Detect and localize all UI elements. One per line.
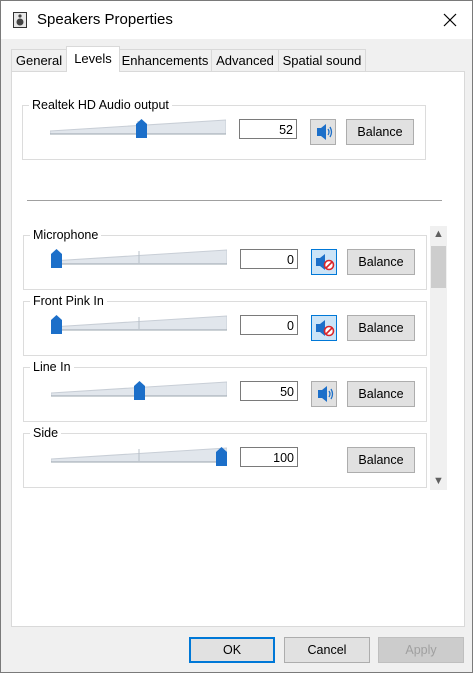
master-balance-button[interactable]: Balance: [346, 119, 414, 145]
channel-balance-button[interactable]: Balance: [347, 249, 415, 275]
channel-mute-button[interactable]: [311, 315, 337, 341]
channel-label: Front Pink In: [30, 294, 107, 308]
tab-enhancements[interactable]: Enhancements: [118, 49, 212, 71]
title-bar: Speakers Properties: [1, 1, 472, 39]
scroll-thumb[interactable]: [431, 246, 446, 288]
channel-scrollbar[interactable]: ▲ ▼: [430, 226, 447, 490]
channel-balance-button[interactable]: Balance: [347, 381, 415, 407]
scroll-down-arrow-icon[interactable]: ▼: [430, 473, 447, 490]
volume-thumb[interactable]: [135, 119, 147, 138]
levels-panel: Realtek HD Audio output 52 Balance Micro…: [11, 71, 465, 627]
channel-volume-value[interactable]: 0: [240, 249, 298, 269]
speaker-properties-icon: [13, 12, 27, 28]
speaker-icon: [317, 124, 333, 140]
volume-thumb[interactable]: [133, 381, 145, 400]
close-button[interactable]: [427, 1, 473, 39]
channel-mute-button[interactable]: [311, 249, 337, 275]
channel-volume-value[interactable]: 100: [240, 447, 298, 467]
channel-label: Side: [30, 426, 62, 440]
separator: [27, 200, 442, 201]
channel-volume-slider[interactable]: [50, 446, 228, 466]
speaker-muted-icon: [316, 320, 335, 337]
speaker-icon: [318, 386, 334, 402]
volume-track: [50, 249, 228, 265]
channel-balance-button[interactable]: Balance: [347, 447, 415, 473]
scroll-up-arrow-icon[interactable]: ▲: [430, 226, 447, 243]
channel-label: Microphone: [30, 228, 102, 242]
apply-button[interactable]: Apply: [378, 637, 464, 663]
channel-mute-button[interactable]: [311, 381, 337, 407]
close-icon: [443, 13, 457, 27]
channel-balance-button[interactable]: Balance: [347, 315, 415, 341]
channel-volume-slider[interactable]: [50, 380, 228, 400]
cancel-button[interactable]: Cancel: [284, 637, 370, 663]
volume-track: [50, 315, 228, 331]
channel-label: Line In: [30, 360, 74, 374]
tab-spatial-sound[interactable]: Spatial sound: [278, 49, 366, 71]
volume-thumb[interactable]: [51, 249, 62, 268]
window-title: Speakers Properties: [37, 11, 173, 28]
speaker-muted-icon: [316, 254, 335, 271]
master-volume-value[interactable]: 52: [239, 119, 297, 139]
channel-volume-value[interactable]: 50: [240, 381, 298, 401]
volume-track: [50, 447, 228, 463]
tab-general[interactable]: General: [11, 49, 67, 71]
tab-levels[interactable]: Levels: [66, 46, 120, 72]
ok-button[interactable]: OK: [189, 637, 275, 663]
master-mute-button[interactable]: [310, 119, 336, 145]
master-output-label: Realtek HD Audio output: [29, 98, 172, 112]
volume-thumb[interactable]: [216, 447, 227, 466]
speakers-properties-dialog: Speakers Properties General Levels Enhan…: [0, 0, 473, 673]
master-volume-slider[interactable]: [49, 118, 227, 138]
channel-volume-slider[interactable]: [50, 314, 228, 334]
volume-thumb[interactable]: [51, 315, 62, 334]
tab-advanced[interactable]: Advanced: [211, 49, 279, 71]
channel-volume-slider[interactable]: [50, 248, 228, 268]
channel-volume-value[interactable]: 0: [240, 315, 298, 335]
